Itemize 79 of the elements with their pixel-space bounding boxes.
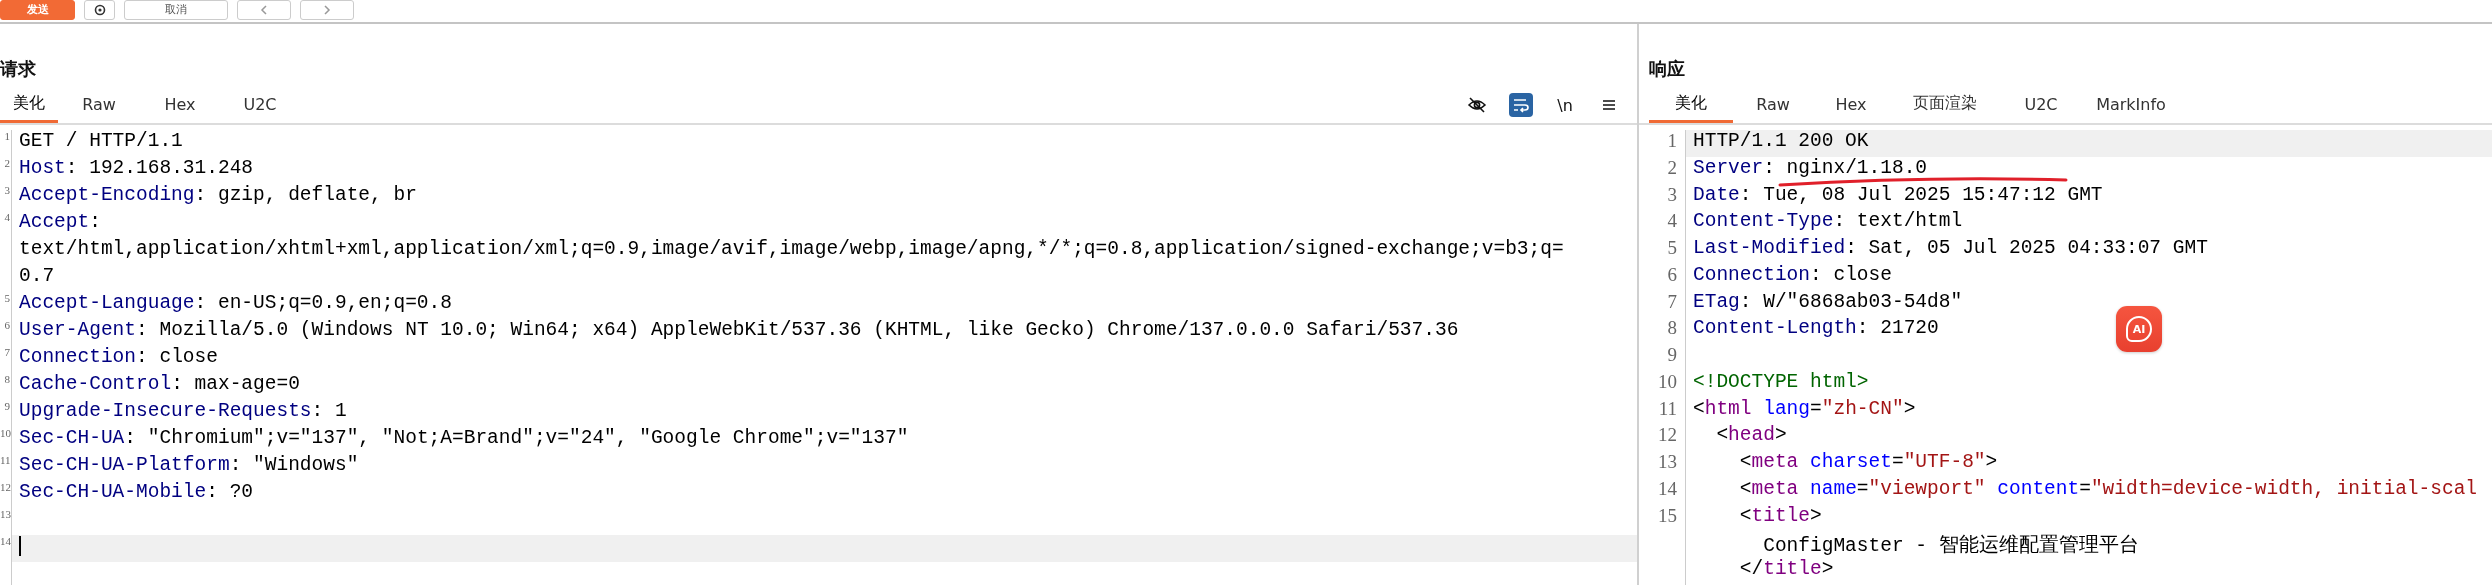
code-line: Sec-CH-UA-Platform: "Windows" bbox=[19, 454, 359, 476]
line-number: 6 bbox=[3, 319, 11, 333]
code-line: Cache-Control: max-age=0 bbox=[19, 373, 300, 395]
line-number: 9 bbox=[1666, 344, 1678, 368]
code-line: Content-Length: 21720 bbox=[1693, 317, 1939, 340]
line-number: 9 bbox=[3, 400, 11, 414]
line-number: 10 bbox=[1657, 370, 1678, 394]
panel-title: 响应 bbox=[1649, 57, 1685, 81]
code-line: GET / HTTP/1.1 bbox=[19, 130, 183, 152]
tab[interactable]: U2C bbox=[220, 95, 300, 123]
line-number: 15 bbox=[1657, 504, 1678, 528]
line-number: 14 bbox=[1657, 477, 1678, 501]
code-line: text/html,application/xhtml+xml,application/xml;q=0.9,image/avif,image/webp,image/apng,*/*;q=0.8,application/signed-exchange;v=b3;q= bbox=[19, 238, 1564, 260]
line-number: 12 bbox=[1657, 424, 1678, 448]
tab[interactable]: U2C bbox=[2001, 95, 2081, 123]
code-line: Sec-CH-UA-Mobile: ?0 bbox=[19, 481, 254, 503]
code-line: Connection: close bbox=[19, 346, 218, 368]
line-number: 8 bbox=[3, 373, 11, 387]
code-line: ConfigMaster - 智能运维配置管理平台 bbox=[1762, 535, 2139, 558]
code-line: Connection: close bbox=[1693, 263, 1892, 286]
line-number: 13 bbox=[1657, 451, 1678, 475]
tab[interactable]: Hex bbox=[140, 95, 220, 123]
code-line: Last-Modified: Sat, 05 Jul 2025 04:33:07 GMT bbox=[1693, 237, 2208, 259]
code-line: <meta charset="UTF-8"> bbox=[1738, 451, 1998, 473]
tab[interactable]: 美化 bbox=[0, 93, 58, 123]
line-number: 4 bbox=[1666, 210, 1678, 234]
code-line: <title> bbox=[1738, 504, 1822, 527]
code-line: Accept-Encoding: gzip, deflate, br bbox=[19, 184, 417, 206]
line-number: 11 bbox=[0, 454, 11, 468]
code-line: Date: Tue, 08 Jul 2025 15:47:12 GMT bbox=[1693, 183, 2103, 206]
code-line: 0.7 bbox=[19, 265, 55, 287]
line-number: 2 bbox=[3, 157, 11, 171]
panel-title: 请求 bbox=[0, 57, 36, 81]
code-line: <!DOCTYPE html> bbox=[1693, 370, 1869, 393]
code-line: HTTP/1.1 200 OK bbox=[1693, 130, 1869, 152]
code-line: <head> bbox=[1715, 424, 1787, 447]
newline-toggle[interactable]: \n bbox=[1553, 93, 1577, 117]
tab[interactable]: Raw bbox=[1733, 95, 1813, 123]
line-number: 13 bbox=[0, 508, 11, 522]
code-line: <meta name="viewport" content="width=device-width, initial-scal bbox=[1738, 477, 2478, 500]
line-number: 3 bbox=[1666, 183, 1678, 207]
line-number: 7 bbox=[3, 346, 11, 360]
code-line: ETag: W/"6868ab03-54d8" bbox=[1693, 290, 1963, 313]
line-number: 3 bbox=[3, 184, 11, 198]
code-line: </title> bbox=[1738, 558, 1834, 581]
code-line: Host: 192.168.31.248 bbox=[19, 157, 254, 179]
line-number: 5 bbox=[3, 292, 11, 306]
tab[interactable]: Hex bbox=[1813, 95, 1889, 123]
tab[interactable]: Raw bbox=[58, 95, 140, 123]
line-number: 14 bbox=[0, 535, 11, 549]
code-line: <html lang="zh-CN"> bbox=[1693, 397, 1916, 420]
cancel-button[interactable]: 取消 bbox=[124, 0, 228, 20]
code-line: Content-Type: text/html bbox=[1693, 210, 1963, 233]
code-line: Server: nginx/1.18.0 bbox=[1693, 156, 1928, 179]
line-number: 1 bbox=[1666, 130, 1678, 153]
line-number: 2 bbox=[1666, 156, 1678, 180]
line-number: 4 bbox=[3, 211, 11, 225]
eye-slash-icon bbox=[1467, 95, 1487, 115]
line-number: 10 bbox=[0, 427, 11, 441]
code-line: Sec-CH-UA: "Chromium";v="137", "Not;A=Brand";v="24", "Google Chrome";v="137" bbox=[19, 427, 909, 449]
code-line: Upgrade-Insecure-Requests: 1 bbox=[19, 400, 347, 422]
tab[interactable]: MarkInfo bbox=[2081, 95, 2181, 123]
line-number: 12 bbox=[0, 481, 11, 495]
tab[interactable]: 页面渲染 bbox=[1889, 93, 2001, 123]
line-number: 6 bbox=[1666, 263, 1678, 287]
tab[interactable]: 美化 bbox=[1649, 93, 1733, 123]
ai-assistant-button[interactable]: AI bbox=[2116, 306, 2162, 352]
wrap-toggle[interactable] bbox=[1509, 93, 1533, 117]
menu-icon bbox=[1601, 97, 1617, 113]
code-line: Accept: bbox=[19, 211, 101, 233]
line-number: 5 bbox=[1666, 237, 1678, 261]
line-number: 8 bbox=[1666, 317, 1678, 341]
text-cursor bbox=[19, 535, 21, 556]
code-line: Accept-Language: en-US;q=0.9,en;q=0.8 bbox=[19, 292, 452, 314]
line-number: 11 bbox=[1657, 397, 1678, 421]
settings-button[interactable] bbox=[84, 0, 115, 20]
code-line: User-Agent: Mozilla/5.0 (Windows NT 10.0; Win64; x64) AppleWebKit/537.36 (KHTML, like Gecko) Chrome/137.0.0.0 Safari/537.36 bbox=[19, 319, 1459, 341]
line-number: 1 bbox=[3, 130, 11, 144]
line-number: 7 bbox=[1666, 290, 1678, 314]
